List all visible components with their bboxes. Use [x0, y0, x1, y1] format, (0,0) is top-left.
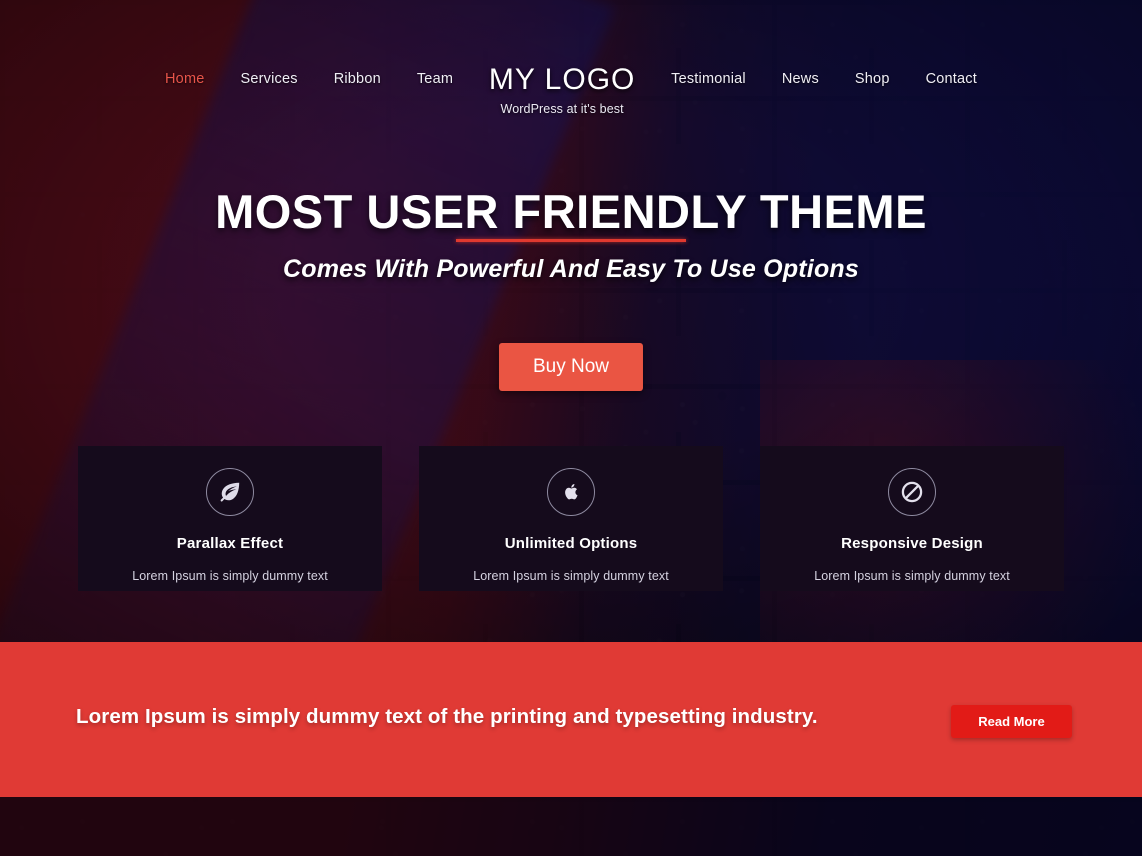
feature-card-desc: Lorem Ipsum is simply dummy text	[132, 569, 328, 583]
leaf-icon	[206, 468, 254, 516]
feature-card-responsive-design[interactable]: Responsive Design Lorem Ipsum is simply …	[760, 446, 1064, 591]
feature-card-title: Responsive Design	[841, 535, 983, 552]
nav-item-contact[interactable]: Contact	[908, 71, 995, 87]
nav-item-services[interactable]: Services	[223, 71, 316, 87]
nav-item-home[interactable]: Home	[147, 71, 222, 87]
hero-divider-rule	[456, 239, 686, 242]
feature-card-title: Parallax Effect	[176, 535, 284, 552]
logo-title: MY LOGO	[488, 63, 636, 96]
ban-icon	[888, 468, 936, 516]
feature-card-desc: Lorem Ipsum is simply dummy text	[814, 569, 1010, 583]
feature-card-title: Unlimited Options	[504, 535, 638, 552]
bottom-darken-overlay	[0, 797, 1142, 856]
nav-item-news[interactable]: News	[764, 71, 837, 87]
buy-now-button[interactable]: Buy Now	[498, 343, 644, 391]
bottom-section	[0, 797, 1142, 856]
site-logo[interactable]: MY LOGO WordPress at it's best	[471, 64, 653, 116]
feature-cards: Parallax Effect Lorem Ipsum is simply du…	[78, 446, 1064, 591]
feature-card-unlimited-options[interactable]: Unlimited Options Lorem Ipsum is simply …	[419, 446, 723, 591]
feature-card-parallax[interactable]: Parallax Effect Lorem Ipsum is simply du…	[78, 446, 382, 591]
site-header: Home Services Ribbon Team MY LOGO WordPr…	[0, 0, 1142, 116]
logo-tagline: WordPress at it's best	[500, 101, 624, 116]
nav-item-testimonial[interactable]: Testimonial	[653, 71, 764, 87]
cta-headline: Lorem Ipsum is simply dummy text of the …	[76, 705, 818, 728]
hero-subtitle: Comes With Powerful And Easy To Use Opti…	[282, 255, 860, 283]
feature-card-desc: Lorem Ipsum is simply dummy text	[473, 569, 669, 583]
main-navigation: Home Services Ribbon Team MY LOGO WordPr…	[147, 0, 995, 116]
nav-item-shop[interactable]: Shop	[837, 71, 908, 87]
nav-item-team[interactable]: Team	[399, 71, 471, 87]
hero-title: MOST USER FRIENDLY THEME	[215, 185, 927, 238]
read-more-button[interactable]: Read More	[951, 705, 1072, 738]
apple-icon	[547, 468, 595, 516]
nav-item-ribbon[interactable]: Ribbon	[316, 71, 399, 87]
